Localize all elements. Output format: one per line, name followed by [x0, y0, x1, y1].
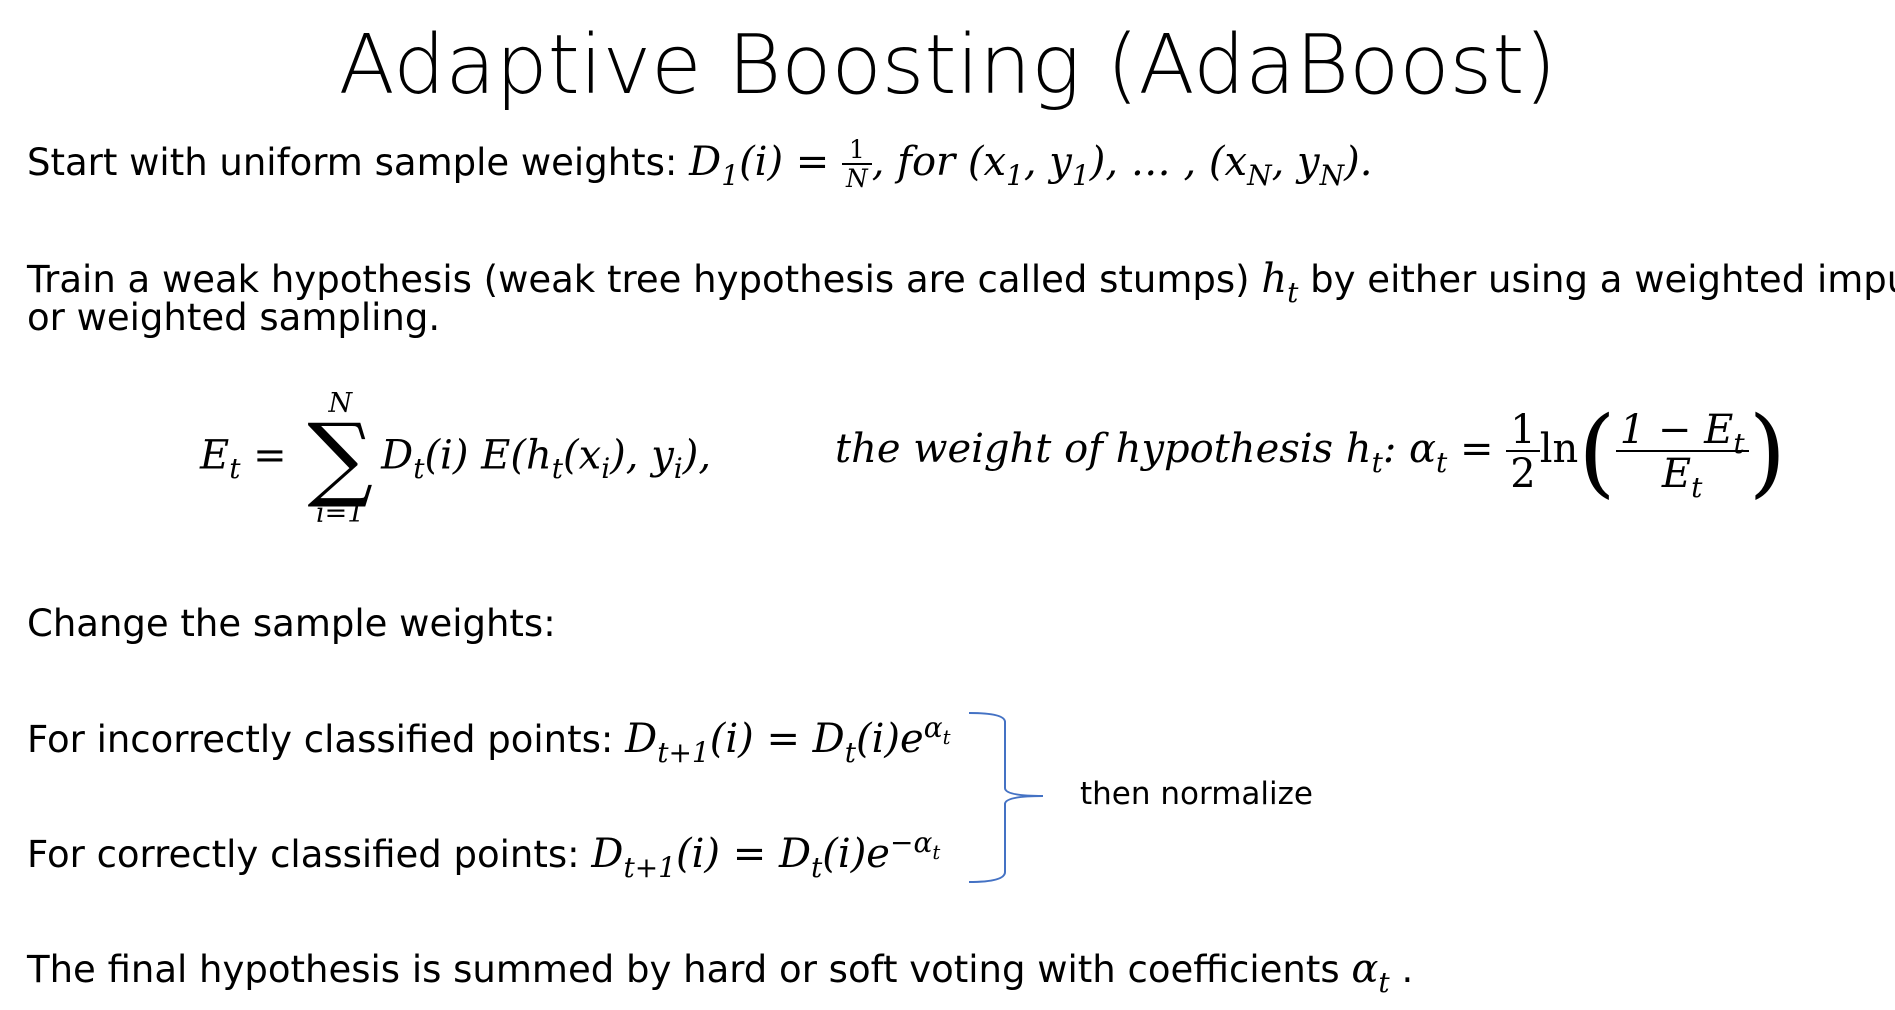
alpha-coefficient: αt [1351, 946, 1390, 999]
page-title: Adaptive Boosting (AdaBoost) [338, 18, 1557, 113]
uniform-weights-text: Start with uniform sample weights: [27, 140, 690, 184]
change-weights-heading: Change the sample weights: [27, 602, 556, 645]
incorrect-update-line: For incorrectly classified points: Dt+1(… [27, 710, 951, 769]
final-hypothesis-line: The final hypothesis is summed by hard o… [27, 946, 1414, 999]
weak-hypothesis-text-a: Train a weak hypothesis (weak tree hypot… [27, 258, 1262, 301]
right-brace-icon [968, 712, 1044, 883]
incorrect-update-formula: Dt+1(i) = Dt(i)eαt [625, 710, 951, 769]
error-formula: Et = N ∑ i=1 Dt(i) E(ht(xi), yi), [200, 388, 712, 529]
one-over-n-fraction: 1N [842, 137, 872, 192]
then-normalize-note: then normalize [1080, 776, 1313, 812]
correct-update-formula: Dt+1(i) = Dt(i)e−αt [591, 825, 941, 884]
alpha-formula: the weight of hypothesis ht: αt = 1 2 ln(1… [835, 396, 1787, 508]
sum-operator: N ∑ i=1 [307, 388, 374, 529]
one-half-fraction: 12 [1506, 410, 1540, 494]
weak-hypothesis-text-c: or weighted sampling. [27, 296, 441, 339]
uniform-weights-line: Start with uniform sample weights: D1(i)… [27, 135, 1373, 193]
error-ratio-fraction: 1 − Et Et [1615, 410, 1749, 501]
ht-symbol: ht [1261, 256, 1299, 309]
correct-update-line: For correctly classified points: Dt+1(i)… [27, 825, 941, 884]
weak-hypothesis-text-b: by either using a weighted impurity [1310, 258, 1895, 301]
weak-hypothesis-paragraph: Train a weak hypothesis (weak tree hypot… [27, 258, 1895, 339]
uniform-weights-formula: D1(i) = 1N, for (x1, y1), … , (xN, yN). [689, 135, 1373, 193]
